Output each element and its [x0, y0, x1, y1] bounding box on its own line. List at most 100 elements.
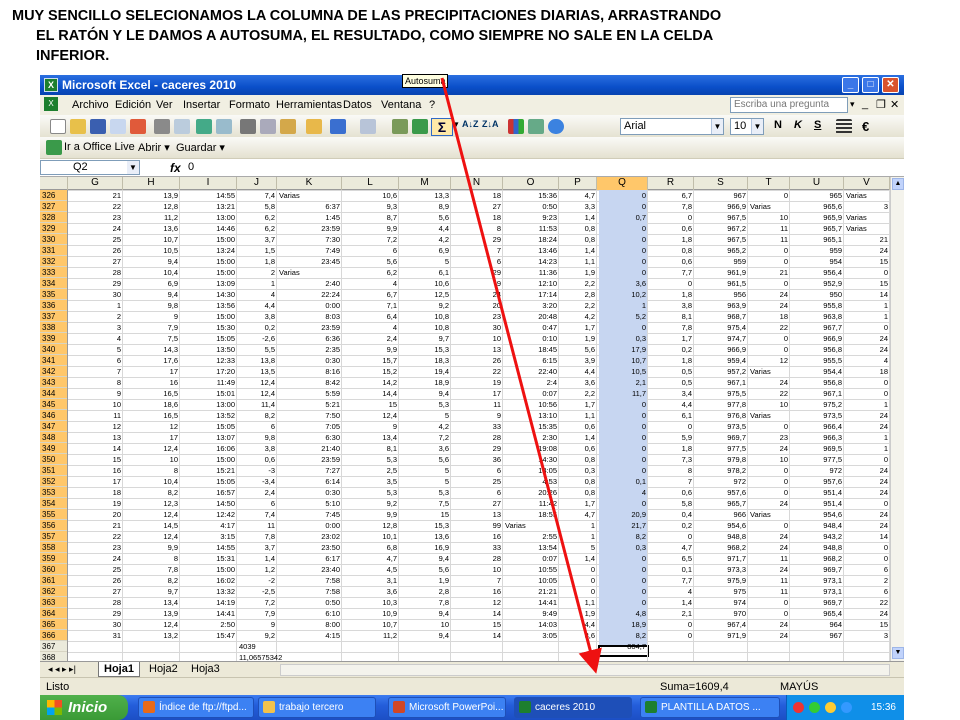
cell[interactable]: Varias [750, 410, 788, 421]
cell[interactable]: 15:35 [505, 421, 557, 432]
cell[interactable]: 1 [846, 399, 888, 410]
cell[interactable]: 966,9 [792, 333, 842, 344]
cell[interactable]: 22:24 [279, 289, 340, 300]
cell[interactable]: 1,1 [561, 410, 595, 421]
cell[interactable]: 6,7 [344, 289, 397, 300]
cell[interactable]: 12:33 [182, 355, 235, 366]
cell[interactable]: 8 [70, 377, 121, 388]
cell[interactable]: 99 [453, 520, 501, 531]
cell[interactable]: 9,4 [401, 608, 449, 619]
cell[interactable]: 965,7 [792, 223, 842, 234]
cell[interactable]: 14 [70, 443, 121, 454]
cell[interactable]: 22:40 [505, 366, 557, 377]
cell[interactable]: 5 [401, 476, 449, 487]
cell[interactable]: 0 [599, 443, 646, 454]
cell[interactable]: 1:45 [279, 212, 340, 223]
cell[interactable]: 1,4 [561, 553, 595, 564]
cell[interactable]: 948,8 [792, 542, 842, 553]
cell[interactable]: 8,7 [344, 212, 397, 223]
cell[interactable]: 28 [70, 597, 121, 608]
row-header[interactable]: 352 [40, 476, 67, 487]
cell[interactable]: 10,5 [599, 366, 646, 377]
cell[interactable]: 15:00 [182, 454, 235, 465]
cell[interactable]: 4,4 [561, 366, 595, 377]
cell[interactable]: 5 [401, 256, 449, 267]
cell[interactable]: 1 [846, 300, 888, 311]
align-left-icon[interactable] [836, 119, 852, 134]
cell[interactable]: 0 [599, 410, 646, 421]
cell[interactable]: 30 [70, 289, 121, 300]
cell[interactable]: 7:58 [279, 575, 340, 586]
cell[interactable]: 12,8 [344, 520, 397, 531]
cell[interactable]: 24 [750, 377, 788, 388]
cell[interactable]: 24 [846, 333, 888, 344]
cell[interactable]: 6,2 [344, 267, 397, 278]
cell[interactable]: 28 [453, 432, 501, 443]
cell[interactable]: 3 [846, 201, 888, 212]
cell[interactable]: 11:53 [505, 223, 557, 234]
cell[interactable]: 9,4 [125, 289, 178, 300]
cell[interactable]: 19,4 [401, 366, 449, 377]
cell[interactable]: 9,8 [239, 432, 275, 443]
row-header[interactable]: 341 [40, 355, 67, 366]
cell[interactable]: 13 [453, 344, 501, 355]
cell[interactable]: 4 [599, 487, 646, 498]
cell[interactable]: 6 [344, 245, 397, 256]
cell[interactable]: 8,2 [125, 575, 178, 586]
cell[interactable]: 11 [750, 234, 788, 245]
cell[interactable]: 0 [750, 333, 788, 344]
cell[interactable]: 5,3 [344, 487, 397, 498]
cell[interactable]: 1,9 [561, 333, 595, 344]
function-icon[interactable]: fx [170, 161, 181, 175]
column-header[interactable]: N [451, 177, 503, 190]
cell[interactable]: 23 [453, 311, 501, 322]
cell[interactable]: 0,6 [650, 256, 692, 267]
cell[interactable]: 1,5 [239, 245, 275, 256]
cell[interactable]: -3,4 [239, 476, 275, 487]
cell[interactable]: 13:24 [182, 245, 235, 256]
cell[interactable]: 22 [453, 366, 501, 377]
cell[interactable]: 19 [70, 498, 121, 509]
menu-archivo[interactable]: Archivo [72, 99, 109, 111]
cell[interactable]: 4 [344, 278, 397, 289]
cell[interactable]: 3,7 [239, 542, 275, 553]
cell[interactable]: 11 [750, 553, 788, 564]
cell[interactable]: 14:46 [182, 223, 235, 234]
cell[interactable]: 0 [599, 421, 646, 432]
cell[interactable]: 10,6 [401, 278, 449, 289]
cell[interactable]: 26 [70, 575, 121, 586]
cell[interactable] [650, 652, 692, 661]
cell[interactable]: 0 [750, 476, 788, 487]
cell[interactable]: 11,2 [344, 630, 397, 641]
cell[interactable]: 10,4 [125, 267, 178, 278]
new-icon[interactable] [50, 119, 66, 134]
cell[interactable]: 957,6 [696, 487, 746, 498]
cell[interactable]: 963,9 [696, 300, 746, 311]
row-header[interactable]: 367 [40, 641, 67, 652]
cell[interactable]: 965 [792, 190, 842, 201]
cell[interactable]: 6,9 [401, 245, 449, 256]
cell[interactable]: 3,6 [599, 278, 646, 289]
cell[interactable]: 0,3 [599, 333, 646, 344]
cell[interactable]: 3,6 [561, 377, 595, 388]
cell[interactable]: 14:55 [182, 542, 235, 553]
cell[interactable]: 3,4 [650, 388, 692, 399]
cell[interactable]: 967,4 [696, 619, 746, 630]
cell[interactable]: 13:21 [182, 201, 235, 212]
cell[interactable]: 0,3 [561, 465, 595, 476]
font-name-select[interactable]: Arial ▼ [620, 118, 724, 135]
cell[interactable]: 22 [750, 322, 788, 333]
cell[interactable]: 7:05 [279, 421, 340, 432]
guardar-button[interactable]: Guardar ▾ [176, 141, 225, 154]
cell[interactable]: 12,4 [125, 619, 178, 630]
cell[interactable]: 1 [599, 300, 646, 311]
cell[interactable]: 15:00 [182, 564, 235, 575]
cell[interactable]: 15:31 [182, 553, 235, 564]
cell[interactable]: 5,6 [401, 564, 449, 575]
cell[interactable]: 2,4 [344, 333, 397, 344]
cell[interactable]: 10 [453, 564, 501, 575]
cell[interactable]: 15,7 [344, 355, 397, 366]
menu-datos[interactable]: Datos [343, 99, 372, 111]
cell[interactable] [650, 641, 692, 652]
cell[interactable]: 24 [750, 531, 788, 542]
